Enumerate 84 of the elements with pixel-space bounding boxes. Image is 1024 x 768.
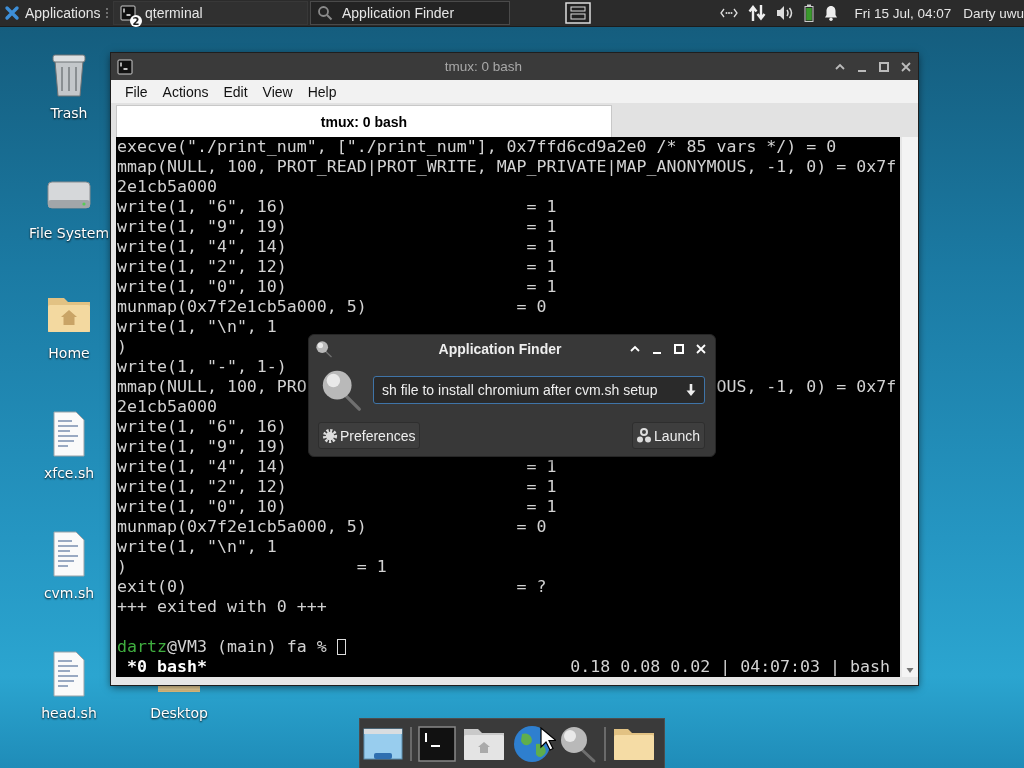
- terminal-text: write(1, "6", 16): [117, 197, 287, 217]
- terminal-text: munmap(0x7f2e1cb5a000, 5): [117, 517, 367, 537]
- terminal-text: ): [117, 337, 127, 357]
- tmux-window-label: *0 bash*: [127, 657, 207, 677]
- terminal-text: = 1: [526, 237, 557, 257]
- cursor: [336, 639, 346, 655]
- terminal-icon[interactable]: [418, 725, 456, 762]
- volume-icon[interactable]: [776, 5, 795, 21]
- desktop-icon-label[interactable]: xfce.sh: [43, 465, 95, 481]
- close-icon[interactable]: [900, 60, 912, 73]
- terminal-text: write(1, "2", 12): [117, 477, 287, 497]
- terminal-text: write(1, "\n", 1: [117, 537, 277, 557]
- terminal-text: = 1: [526, 497, 557, 517]
- desktop-icon-label[interactable]: File System: [28, 225, 110, 241]
- search-icon: [315, 340, 333, 358]
- dropdown-arrow-icon[interactable]: [684, 383, 698, 397]
- terminal-text: = 1: [526, 217, 557, 237]
- terminal-text: 2e1cb5a000: [117, 177, 217, 197]
- window-icon[interactable]: [362, 725, 404, 762]
- logo-icon: [4, 5, 20, 21]
- terminal-text: write(1, "4", 14): [117, 237, 287, 257]
- scrollbar[interactable]: [902, 137, 918, 677]
- menu-item[interactable]: View: [255, 83, 301, 100]
- taskbar-button[interactable]: 2 qterminal: [113, 1, 308, 25]
- terminal-text: mmap(NULL, 100, PRO: [117, 377, 307, 397]
- terminal-text: mmap(NULL, 100, PROT_READ|PROT_WRITE, MAP_PRIVATE|MAP_ANONYMOUS, -1, 0) = 0x7f: [117, 157, 897, 177]
- terminal-text: write(1, "0", 10): [117, 497, 287, 517]
- terminal-text: OUS, -1, 0) = 0x7f: [716, 377, 897, 397]
- terminal-text: exit(0): [117, 577, 187, 597]
- terminal-text: = 1: [526, 457, 557, 477]
- terminal-text: write(1, "9", 19): [117, 217, 287, 237]
- terminal-text: = 1: [356, 557, 387, 577]
- terminal-text: +++ exited with 0 +++: [117, 597, 327, 617]
- transfer-arrows-icon[interactable]: [748, 4, 767, 22]
- terminal-text: write(1, "-", 1-): [117, 357, 287, 377]
- tmux-status-text: 0.18 0.08 0.02 | 04:07:03 | bash: [570, 657, 890, 677]
- menu-item[interactable]: Help: [300, 83, 345, 100]
- terminal-text: = 1: [526, 197, 557, 217]
- search-icon: [317, 5, 333, 21]
- tab[interactable]: tmux: 0 bash: [116, 105, 612, 137]
- menu-item[interactable]: Edit: [216, 83, 256, 100]
- drag-handle-icon: [105, 5, 109, 21]
- terminal-text: = 1: [526, 477, 557, 497]
- window-list-icon[interactable]: [563, 2, 593, 24]
- terminal-text: write(1, "9", 19): [117, 437, 287, 457]
- notification-bell-icon[interactable]: [824, 5, 839, 21]
- terminal-text: = ?: [516, 577, 547, 597]
- terminal-text: write(1, "\n", 1: [117, 317, 277, 337]
- applications-menu-button[interactable]: Applications: [0, 0, 102, 26]
- menu-item[interactable]: File: [118, 83, 156, 100]
- taskbar-button[interactable]: Application Finder: [310, 1, 510, 25]
- terminal-text: execve("./print_num", ["./print_num"], 0x7ffd6cd9a2e0 /* 85 vars */) = 0: [117, 137, 837, 157]
- preferences-button[interactable]: Preferences: [318, 422, 421, 449]
- search-field[interactable]: sh file to install chromium after cvm.sh setup: [373, 376, 705, 404]
- clock[interactable]: Fri 15 Jul, 04:07: [854, 5, 952, 21]
- menu-item[interactable]: Actions: [155, 83, 217, 100]
- network-icon[interactable]: [720, 7, 739, 19]
- terminal-icon: [117, 58, 133, 75]
- terminal-text: = 1: [526, 257, 557, 277]
- prompt-user: dartz: [117, 637, 167, 657]
- terminal-text: ): [117, 557, 127, 577]
- launch-button[interactable]: Launch: [632, 422, 705, 449]
- scroll-down-arrow-icon[interactable]: [906, 666, 914, 674]
- settings-icon: [322, 427, 338, 444]
- terminal-text: 2e1cb5a000: [117, 397, 217, 417]
- desktop-icon-label[interactable]: Trash: [50, 105, 88, 121]
- terminal-text: munmap(0x7f2e1cb5a000, 5): [117, 297, 367, 317]
- dialog-title: Application Finder: [437, 341, 563, 357]
- terminal-text: = 0: [516, 297, 547, 317]
- maximize-icon[interactable]: [878, 60, 890, 73]
- count-badge: 2: [130, 15, 142, 27]
- battery-icon[interactable]: [804, 4, 815, 22]
- terminal-text: write(1, "4", 14): [117, 457, 287, 477]
- terminal-text: write(1, "6", 16): [117, 417, 287, 437]
- terminal-text: = 0: [516, 517, 547, 537]
- gears-icon: [636, 427, 653, 444]
- terminal-text: = 1: [526, 277, 557, 297]
- terminal-text: write(1, "0", 10): [117, 277, 287, 297]
- user-name[interactable]: Darty uwu: [963, 5, 1024, 21]
- mouse-pointer-icon: [540, 727, 556, 751]
- terminal-text: write(1, "2", 12): [117, 257, 287, 277]
- window-title: tmux: 0 bash: [443, 59, 524, 74]
- desktop-icon-label[interactable]: Home: [48, 345, 90, 361]
- prompt-text: @VM3 (main) fa %: [166, 637, 327, 657]
